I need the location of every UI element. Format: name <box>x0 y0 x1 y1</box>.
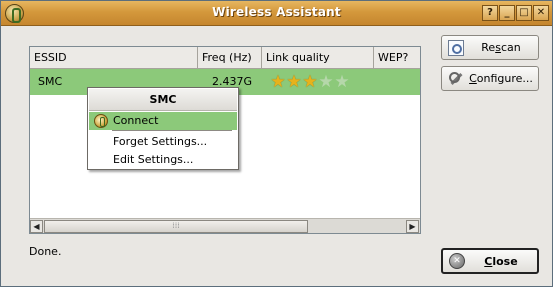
context-menu: SMC Connect Forget Settings... Edit Sett… <box>87 87 239 170</box>
star-empty-icon: ★ <box>318 72 334 92</box>
star-filled-icon: ★ <box>286 72 302 92</box>
close-window-button[interactable]: ✕ <box>533 5 549 21</box>
column-wep[interactable]: WEP? <box>374 47 420 69</box>
scroll-right-icon[interactable]: ▶ <box>406 220 419 233</box>
title-bar[interactable]: Wireless Assistant ? _ □ ✕ <box>1 1 552 26</box>
maximize-button[interactable]: □ <box>516 5 532 21</box>
help-button[interactable]: ? <box>482 5 498 21</box>
column-essid[interactable]: ESSID <box>30 47 198 69</box>
context-menu-title: SMC <box>89 89 237 111</box>
scroll-left-icon[interactable]: ◀ <box>30 220 43 233</box>
menu-item-edit-settings[interactable]: Edit Settings... <box>89 151 237 169</box>
scrollbar-thumb[interactable]: ⁞⁞⁞ <box>44 220 308 233</box>
essid-cell: SMC <box>38 75 63 88</box>
rescan-button[interactable]: Rescan <box>441 35 539 60</box>
minimize-button[interactable]: _ <box>499 5 515 21</box>
menu-item-connect[interactable]: Connect <box>89 112 237 130</box>
close-button[interactable]: Close <box>441 248 539 274</box>
link-quality-stars: ★ ★ ★ ★ ★ <box>270 72 350 92</box>
window-title: Wireless Assistant <box>212 5 341 19</box>
close-icon <box>449 253 465 269</box>
horizontal-scrollbar[interactable]: ◀ ⁞⁞⁞ ▶ <box>30 218 420 233</box>
connect-icon <box>94 114 108 128</box>
star-filled-icon: ★ <box>302 72 318 92</box>
wrench-icon <box>448 71 464 87</box>
star-empty-icon: ★ <box>334 72 350 92</box>
configure-button[interactable]: Configure... <box>441 66 539 91</box>
column-link-quality[interactable]: Link quality <box>262 47 374 69</box>
star-filled-icon: ★ <box>270 72 286 92</box>
column-freq[interactable]: Freq (Hz) <box>198 47 262 69</box>
rescan-icon <box>448 39 464 56</box>
menu-item-forget-settings[interactable]: Forget Settings... <box>89 133 237 151</box>
wireless-assistant-window: Wireless Assistant ? _ □ ✕ ESSID Freq (H… <box>0 0 553 287</box>
list-header: ESSID Freq (Hz) Link quality WEP? <box>30 47 420 69</box>
close-label: Close <box>484 254 518 268</box>
rescan-label: Rescan <box>481 41 521 54</box>
status-text: Done. <box>29 245 62 258</box>
menu-separator <box>112 130 232 131</box>
configure-label: Configure... <box>469 72 533 85</box>
